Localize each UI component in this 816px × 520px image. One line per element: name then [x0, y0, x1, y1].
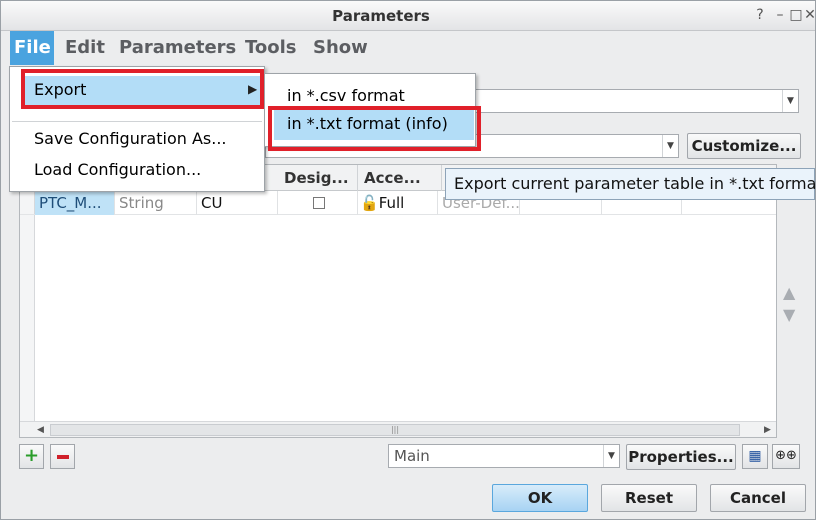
file-menu-dropdown: Export ▶ Save Configuration As... Load C…	[9, 66, 265, 192]
chevron-down-icon[interactable]: ▼	[782, 90, 798, 112]
menu-item-save-configuration[interactable]: Save Configuration As...	[34, 129, 227, 148]
table-layout-button[interactable]: ▦	[742, 444, 768, 469]
scroll-thumb[interactable]: |||	[50, 424, 740, 436]
close-icon[interactable]: ✕	[802, 5, 815, 25]
row-header	[20, 191, 35, 437]
reset-button[interactable]: Reset	[601, 484, 697, 512]
chevron-down-icon[interactable]: ▼	[662, 135, 678, 157]
tooltip: Export current parameter table in *.txt …	[445, 168, 815, 200]
lock-icon: 🔓	[360, 194, 379, 212]
menu-file[interactable]: File	[10, 31, 54, 65]
menu-separator	[12, 121, 262, 122]
export-submenu: in *.csv format in *.txt format (info)	[264, 73, 481, 151]
scroll-left-icon[interactable]: ◀	[37, 425, 44, 435]
highlight-box-export-txt	[268, 106, 481, 151]
binoculars-icon: ⊕⊕	[775, 448, 797, 463]
title-bar[interactable]: Parameters ? – □ ✕	[1, 1, 815, 31]
cell-type[interactable]: String	[115, 191, 197, 215]
remove-parameter-button[interactable]	[50, 444, 75, 469]
move-down-icon[interactable]: ▼	[783, 305, 795, 324]
window-title: Parameters	[332, 7, 430, 25]
menu-bar: File Edit Parameters Tools Show	[1, 31, 815, 65]
access-value: Full	[378, 194, 405, 212]
menu-parameters[interactable]: Parameters	[115, 31, 240, 65]
designate-checkbox[interactable]	[313, 197, 325, 209]
table-icon: ▦	[748, 448, 762, 464]
column-header-access[interactable]: Acce...	[358, 165, 442, 191]
cell-name[interactable]: PTC_M...	[35, 191, 115, 215]
parameters-window: Parameters ? – □ ✕ File Edit Parameters …	[0, 0, 816, 520]
cell-access[interactable]: 🔓Full	[358, 191, 438, 215]
horizontal-scrollbar[interactable]: ◀ ||| ▶	[20, 421, 776, 437]
menu-tools[interactable]: Tools	[241, 31, 301, 65]
menu-edit[interactable]: Edit	[61, 31, 109, 65]
cell-value[interactable]: CU	[197, 191, 278, 215]
scroll-right-icon[interactable]: ▶	[764, 425, 771, 435]
minimize-icon[interactable]: –	[772, 5, 788, 25]
minus-icon	[57, 455, 69, 459]
cancel-button[interactable]: Cancel	[710, 484, 806, 512]
find-button[interactable]: ⊕⊕	[772, 444, 800, 469]
column-header-designate[interactable]: Desig...	[278, 165, 358, 191]
parameter-table: Desig... Acce... PTC_M... String CU 🔓Ful…	[19, 164, 777, 438]
plus-icon: +	[23, 445, 40, 466]
move-up-icon[interactable]: ▲	[783, 283, 795, 302]
menu-item-load-configuration[interactable]: Load Configuration...	[34, 160, 201, 179]
parameter-set-combo[interactable]: Main ▼	[388, 444, 620, 468]
chevron-down-icon[interactable]: ▼	[603, 445, 619, 467]
parameter-set-value: Main	[394, 447, 430, 465]
customize-button[interactable]: Customize...	[687, 133, 801, 159]
menu-item-export-csv[interactable]: in *.csv format	[287, 86, 405, 105]
cell-designate[interactable]	[278, 191, 358, 215]
help-icon[interactable]: ?	[752, 5, 768, 25]
menu-show[interactable]: Show	[309, 31, 372, 65]
properties-button[interactable]: Properties...	[626, 444, 736, 470]
ok-button[interactable]: OK	[492, 484, 588, 512]
highlight-box-export	[21, 69, 264, 109]
add-parameter-button[interactable]: +	[19, 444, 44, 469]
